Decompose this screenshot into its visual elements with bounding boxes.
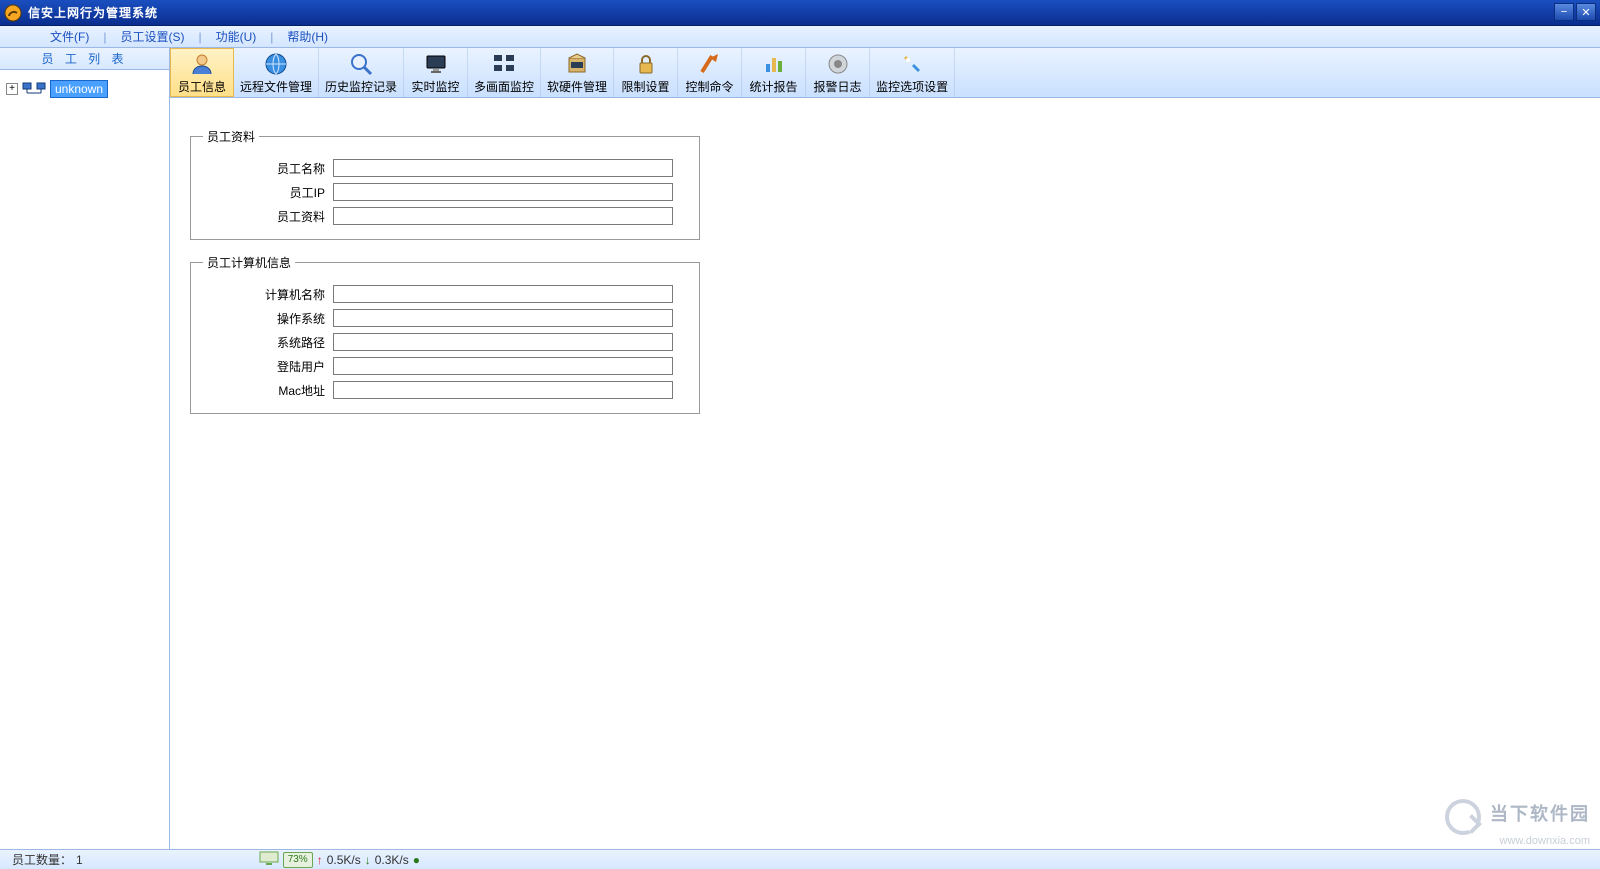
label-employee-name: 员工名称 <box>203 160 333 177</box>
toolbar-label: 软硬件管理 <box>547 78 607 95</box>
toolbar-realtime[interactable]: 实时监控 <box>404 48 468 97</box>
form-row: 系统路径 <box>203 333 687 351</box>
close-button[interactable]: ✕ <box>1576 3 1596 21</box>
menu-staff-settings[interactable]: 员工设置(S) <box>110 28 194 45</box>
menu-separator: | <box>99 30 110 44</box>
form-row: 员工IP <box>203 183 687 201</box>
toolbar-label: 控制命令 <box>686 78 734 95</box>
tools-icon <box>899 52 925 76</box>
toolbar-label: 报警日志 <box>814 78 862 95</box>
toolbar-label: 多画面监控 <box>474 78 534 95</box>
toolbar-label: 监控选项设置 <box>876 78 948 95</box>
menu-file[interactable]: 文件(F) <box>40 28 99 45</box>
grid-monitors-icon <box>491 52 517 76</box>
sidebar-header: 员 工 列 表 <box>0 48 169 70</box>
label-computer-name: 计算机名称 <box>203 286 333 303</box>
toolbar-label: 远程文件管理 <box>240 78 312 95</box>
menu-separator: | <box>194 30 205 44</box>
status-count-label: 员工数量： <box>12 851 72 868</box>
input-employee-ip[interactable] <box>333 183 673 201</box>
toolbar-remote-file[interactable]: 远程文件管理 <box>234 48 319 97</box>
status-count-value: 1 <box>76 853 83 867</box>
main-area: 员工信息 远程文件管理 历史监控记录 实时监控 <box>170 48 1600 849</box>
download-arrow-icon: ↓ <box>365 853 371 867</box>
label-syspath: 系统路径 <box>203 334 333 351</box>
label-os: 操作系统 <box>203 310 333 327</box>
menu-help[interactable]: 帮助(H) <box>277 28 338 45</box>
toolbar-label: 员工信息 <box>178 78 226 95</box>
input-mac[interactable] <box>333 381 673 399</box>
form-row: 员工名称 <box>203 159 687 177</box>
status-employee-count: 员工数量： 1 <box>4 851 91 868</box>
network-icon <box>22 81 46 97</box>
window-title: 信安上网行为管理系统 <box>28 4 158 21</box>
menubar: 文件(F) | 员工设置(S) | 功能(U) | 帮助(H) <box>0 26 1600 48</box>
label-employee-profile: 员工资料 <box>203 208 333 225</box>
input-login-user[interactable] <box>333 357 673 375</box>
toolbar-label: 限制设置 <box>622 78 670 95</box>
tree-root-row: + unknown <box>6 80 163 98</box>
form-row: 操作系统 <box>203 309 687 327</box>
content-area: 员工资料 员工名称 员工IP 员工资料 员工计算机信息 计算机名称 <box>170 98 1600 849</box>
input-employee-name[interactable] <box>333 159 673 177</box>
form-row: 员工资料 <box>203 207 687 225</box>
toolbar-alarm[interactable]: 报警日志 <box>806 48 870 97</box>
group-employee-info: 员工资料 员工名称 员工IP 员工资料 <box>190 128 700 240</box>
command-icon <box>697 52 723 76</box>
app-logo-icon <box>4 4 22 22</box>
toolbar-label: 实时监控 <box>412 78 460 95</box>
form-row: 计算机名称 <box>203 285 687 303</box>
toolbar-history[interactable]: 历史监控记录 <box>319 48 404 97</box>
toolbar-options[interactable]: 监控选项设置 <box>870 48 955 97</box>
toolbar: 员工信息 远程文件管理 历史监控记录 实时监控 <box>170 48 1600 98</box>
status-network: 73% ↑ 0.5K/s ↓ 0.3K/s ● <box>251 851 428 868</box>
bell-icon <box>825 52 851 76</box>
chart-icon <box>761 52 787 76</box>
statusbar: 员工数量： 1 73% ↑ 0.5K/s ↓ 0.3K/s ● <box>0 849 1600 869</box>
tree-root-label[interactable]: unknown <box>50 80 108 98</box>
label-mac: Mac地址 <box>203 382 333 399</box>
minimize-button[interactable]: − <box>1554 3 1574 21</box>
tree-expand-icon[interactable]: + <box>6 83 18 95</box>
input-syspath[interactable] <box>333 333 673 351</box>
toolbar-stats[interactable]: 统计报告 <box>742 48 806 97</box>
package-icon <box>564 52 590 76</box>
toolbar-label: 统计报告 <box>750 78 798 95</box>
input-computer-name[interactable] <box>333 285 673 303</box>
label-employee-ip: 员工IP <box>203 184 333 201</box>
form-row: 登陆用户 <box>203 357 687 375</box>
employee-tree: + unknown <box>0 70 169 108</box>
sidebar: 员 工 列 表 + unknown <box>0 48 170 849</box>
upload-rate: 0.5K/s <box>327 853 361 867</box>
toolbar-limits[interactable]: 限制设置 <box>614 48 678 97</box>
group-legend: 员工计算机信息 <box>203 254 295 271</box>
refresh-dot-icon: ● <box>413 853 420 867</box>
network-percent: 73% <box>283 852 313 868</box>
monitor-icon <box>423 52 449 76</box>
menu-function[interactable]: 功能(U) <box>206 28 267 45</box>
download-rate: 0.3K/s <box>375 853 409 867</box>
group-computer-info: 员工计算机信息 计算机名称 操作系统 系统路径 登陆用户 <box>190 254 700 414</box>
user-icon <box>189 52 215 76</box>
toolbar-label: 历史监控记录 <box>325 78 397 95</box>
group-legend: 员工资料 <box>203 128 259 145</box>
magnifier-icon <box>348 52 374 76</box>
input-os[interactable] <box>333 309 673 327</box>
toolbar-command[interactable]: 控制命令 <box>678 48 742 97</box>
input-employee-profile[interactable] <box>333 207 673 225</box>
toolbar-swhw[interactable]: 软硬件管理 <box>541 48 614 97</box>
titlebar: 信安上网行为管理系统 − ✕ <box>0 0 1600 26</box>
toolbar-employee-info[interactable]: 员工信息 <box>170 48 234 97</box>
label-login-user: 登陆用户 <box>203 358 333 375</box>
upload-arrow-icon: ↑ <box>317 853 323 867</box>
lock-icon <box>633 52 659 76</box>
globe-icon <box>263 52 289 76</box>
menu-separator: | <box>266 30 277 44</box>
toolbar-multiscreen[interactable]: 多画面监控 <box>468 48 541 97</box>
network-monitor-icon <box>259 851 279 868</box>
form-row: Mac地址 <box>203 381 687 399</box>
